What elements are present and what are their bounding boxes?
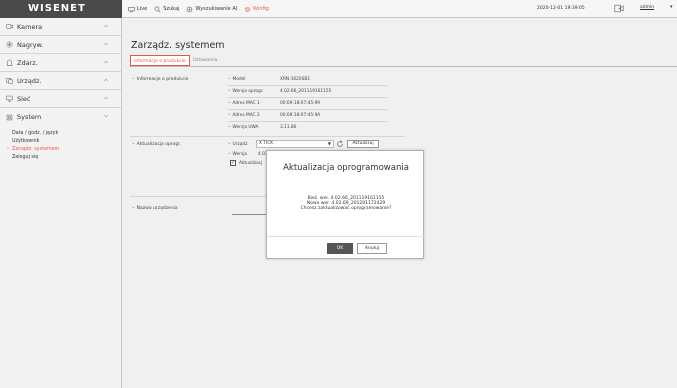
top-bar: WISENET Live Szukaj Wyszukiwanie AI Konf…	[0, 0, 677, 18]
tab-product-info[interactable]: Informacje o produkcie	[130, 55, 190, 66]
sidebar-item-system[interactable]: System	[0, 108, 121, 126]
nav-ai-search-label: Wyszukiwanie AI	[195, 6, 238, 12]
top-nav: Live Szukaj Wyszukiwanie AI Konfig	[128, 0, 269, 18]
nav-config-label: Konfig	[253, 6, 269, 12]
ai-search-icon	[187, 6, 193, 12]
nav-search-label: Szukaj	[163, 6, 180, 12]
auto-update-checkbox[interactable]: ✓	[230, 160, 236, 166]
page-title: Zarządz. systemem	[131, 40, 225, 51]
dropdown-arrow-icon: ▼	[327, 141, 331, 146]
ok-button[interactable]: OK	[327, 243, 353, 254]
sidebar-item-label: Zdarz.	[17, 58, 38, 67]
field-model-value: XRN-1620SB1	[280, 77, 311, 82]
submenu-system-management[interactable]: Zarządz. systemem	[12, 146, 121, 154]
submenu-date-time[interactable]: Data / godz. / język	[12, 130, 121, 138]
dialog-title: Aktualizacja oprogramowania	[283, 163, 409, 173]
system-submenu: Data / godz. / język Użytkownik Zarządz.…	[0, 126, 121, 162]
nav-live-label: Live	[137, 6, 148, 12]
field-fw-value: 4.02.66_201119161155	[280, 89, 332, 94]
cancel-button[interactable]: Anuluj	[357, 243, 387, 254]
field-mac2-value: 00:09:18:67:45:9A	[280, 113, 321, 118]
nav-config[interactable]: Konfig	[244, 6, 269, 13]
chevron-up-icon	[104, 78, 108, 82]
sidebar-item-record[interactable]: Nagryw.	[0, 36, 121, 54]
system-icon	[6, 114, 13, 120]
update-device-select[interactable]: X TICK ▼	[256, 140, 334, 148]
sidebar-item-device[interactable]: Urządz.	[0, 72, 121, 90]
sidebar-item-label: Urządz.	[17, 76, 42, 85]
divider	[227, 121, 387, 122]
tab-bar: Informacje o produkcie Ustawienia	[130, 55, 677, 67]
user-menu[interactable]: admin	[640, 5, 654, 10]
nav-ai-search[interactable]: Wyszukiwanie AI	[186, 6, 237, 13]
section-product-info: Informacje o produkcie	[132, 77, 189, 82]
sidebar-item-network[interactable]: Sieć	[0, 90, 121, 108]
field-mac2-label: Adres MAC 2	[228, 113, 260, 118]
sidebar-item-label: System	[17, 113, 42, 121]
monitor-icon	[128, 6, 135, 12]
divider	[227, 85, 387, 86]
field-mac1-label: Adres MAC 1	[228, 101, 260, 106]
gear-icon	[245, 6, 251, 12]
wisenet-logo: WISENET	[0, 0, 122, 18]
divider	[227, 97, 387, 98]
tab-settings[interactable]: Ustawienia	[190, 55, 221, 66]
chevron-down-icon	[104, 114, 108, 118]
camera-icon	[6, 24, 13, 29]
refresh-icon[interactable]	[336, 140, 344, 148]
section-device-name: Nazwa urządzenia	[132, 206, 178, 211]
submenu-user[interactable]: Użytkownik	[12, 138, 121, 146]
update-device-value: X TICK	[259, 141, 274, 146]
record-icon	[6, 41, 13, 48]
auto-update-label: Aktualizacj	[239, 161, 263, 166]
datetime: 2020-12-01 19:39:05	[537, 6, 585, 11]
nav-live[interactable]: Live	[128, 6, 147, 13]
sidebar-item-label: Sieć	[17, 94, 31, 103]
update-device-label: Urządz.	[228, 142, 249, 147]
chevron-up-icon	[104, 96, 108, 100]
search-icon	[154, 6, 161, 13]
sidebar-item-camera[interactable]: Kamera	[0, 18, 121, 36]
sidebar: Kamera Nagryw. Zdarz. Urządz. Sieć Syste…	[0, 18, 122, 388]
section-divider	[130, 136, 405, 137]
dialog-question: Chcesz zaktualizować oprogramowanie?	[300, 206, 392, 212]
chevron-up-icon	[104, 24, 108, 28]
update-version-label: Wersja	[228, 152, 247, 157]
field-uwa-value: 3.11.86	[280, 125, 297, 130]
sidebar-item-label: Kamera	[17, 22, 43, 31]
field-fw-label: Wersja oprogr.	[228, 89, 264, 94]
network-icon	[6, 95, 13, 102]
chevron-up-icon	[104, 42, 108, 46]
device-icon	[6, 78, 13, 84]
section-update: Aktualizacja oprogr.	[132, 142, 181, 147]
event-icon	[6, 59, 13, 66]
user-caret-icon[interactable]: ▾	[670, 4, 673, 10]
update-dialog: Aktualizacja oprogramowania Bież. wer. 4…	[266, 150, 425, 259]
field-mac1-value: 00:09:18:67:45:99	[280, 101, 321, 106]
dialog-divider	[267, 236, 425, 237]
divider	[227, 109, 387, 110]
field-uwa-label: Wersja UWA	[228, 125, 259, 130]
chevron-up-icon	[104, 60, 108, 64]
sidebar-item-event[interactable]: Zdarz.	[0, 54, 121, 72]
submenu-log[interactable]: Zaloguj się	[12, 154, 121, 162]
update-button[interactable]: Aktualizuj	[347, 140, 379, 148]
sidebar-item-label: Nagryw.	[17, 40, 44, 49]
field-model-label: Model	[228, 77, 246, 82]
dialog-message: Bież. wer. 4.02.66_201119161155 Nowa wer…	[267, 196, 425, 212]
log-icon[interactable]	[614, 4, 624, 13]
nav-search[interactable]: Szukaj	[154, 6, 179, 13]
